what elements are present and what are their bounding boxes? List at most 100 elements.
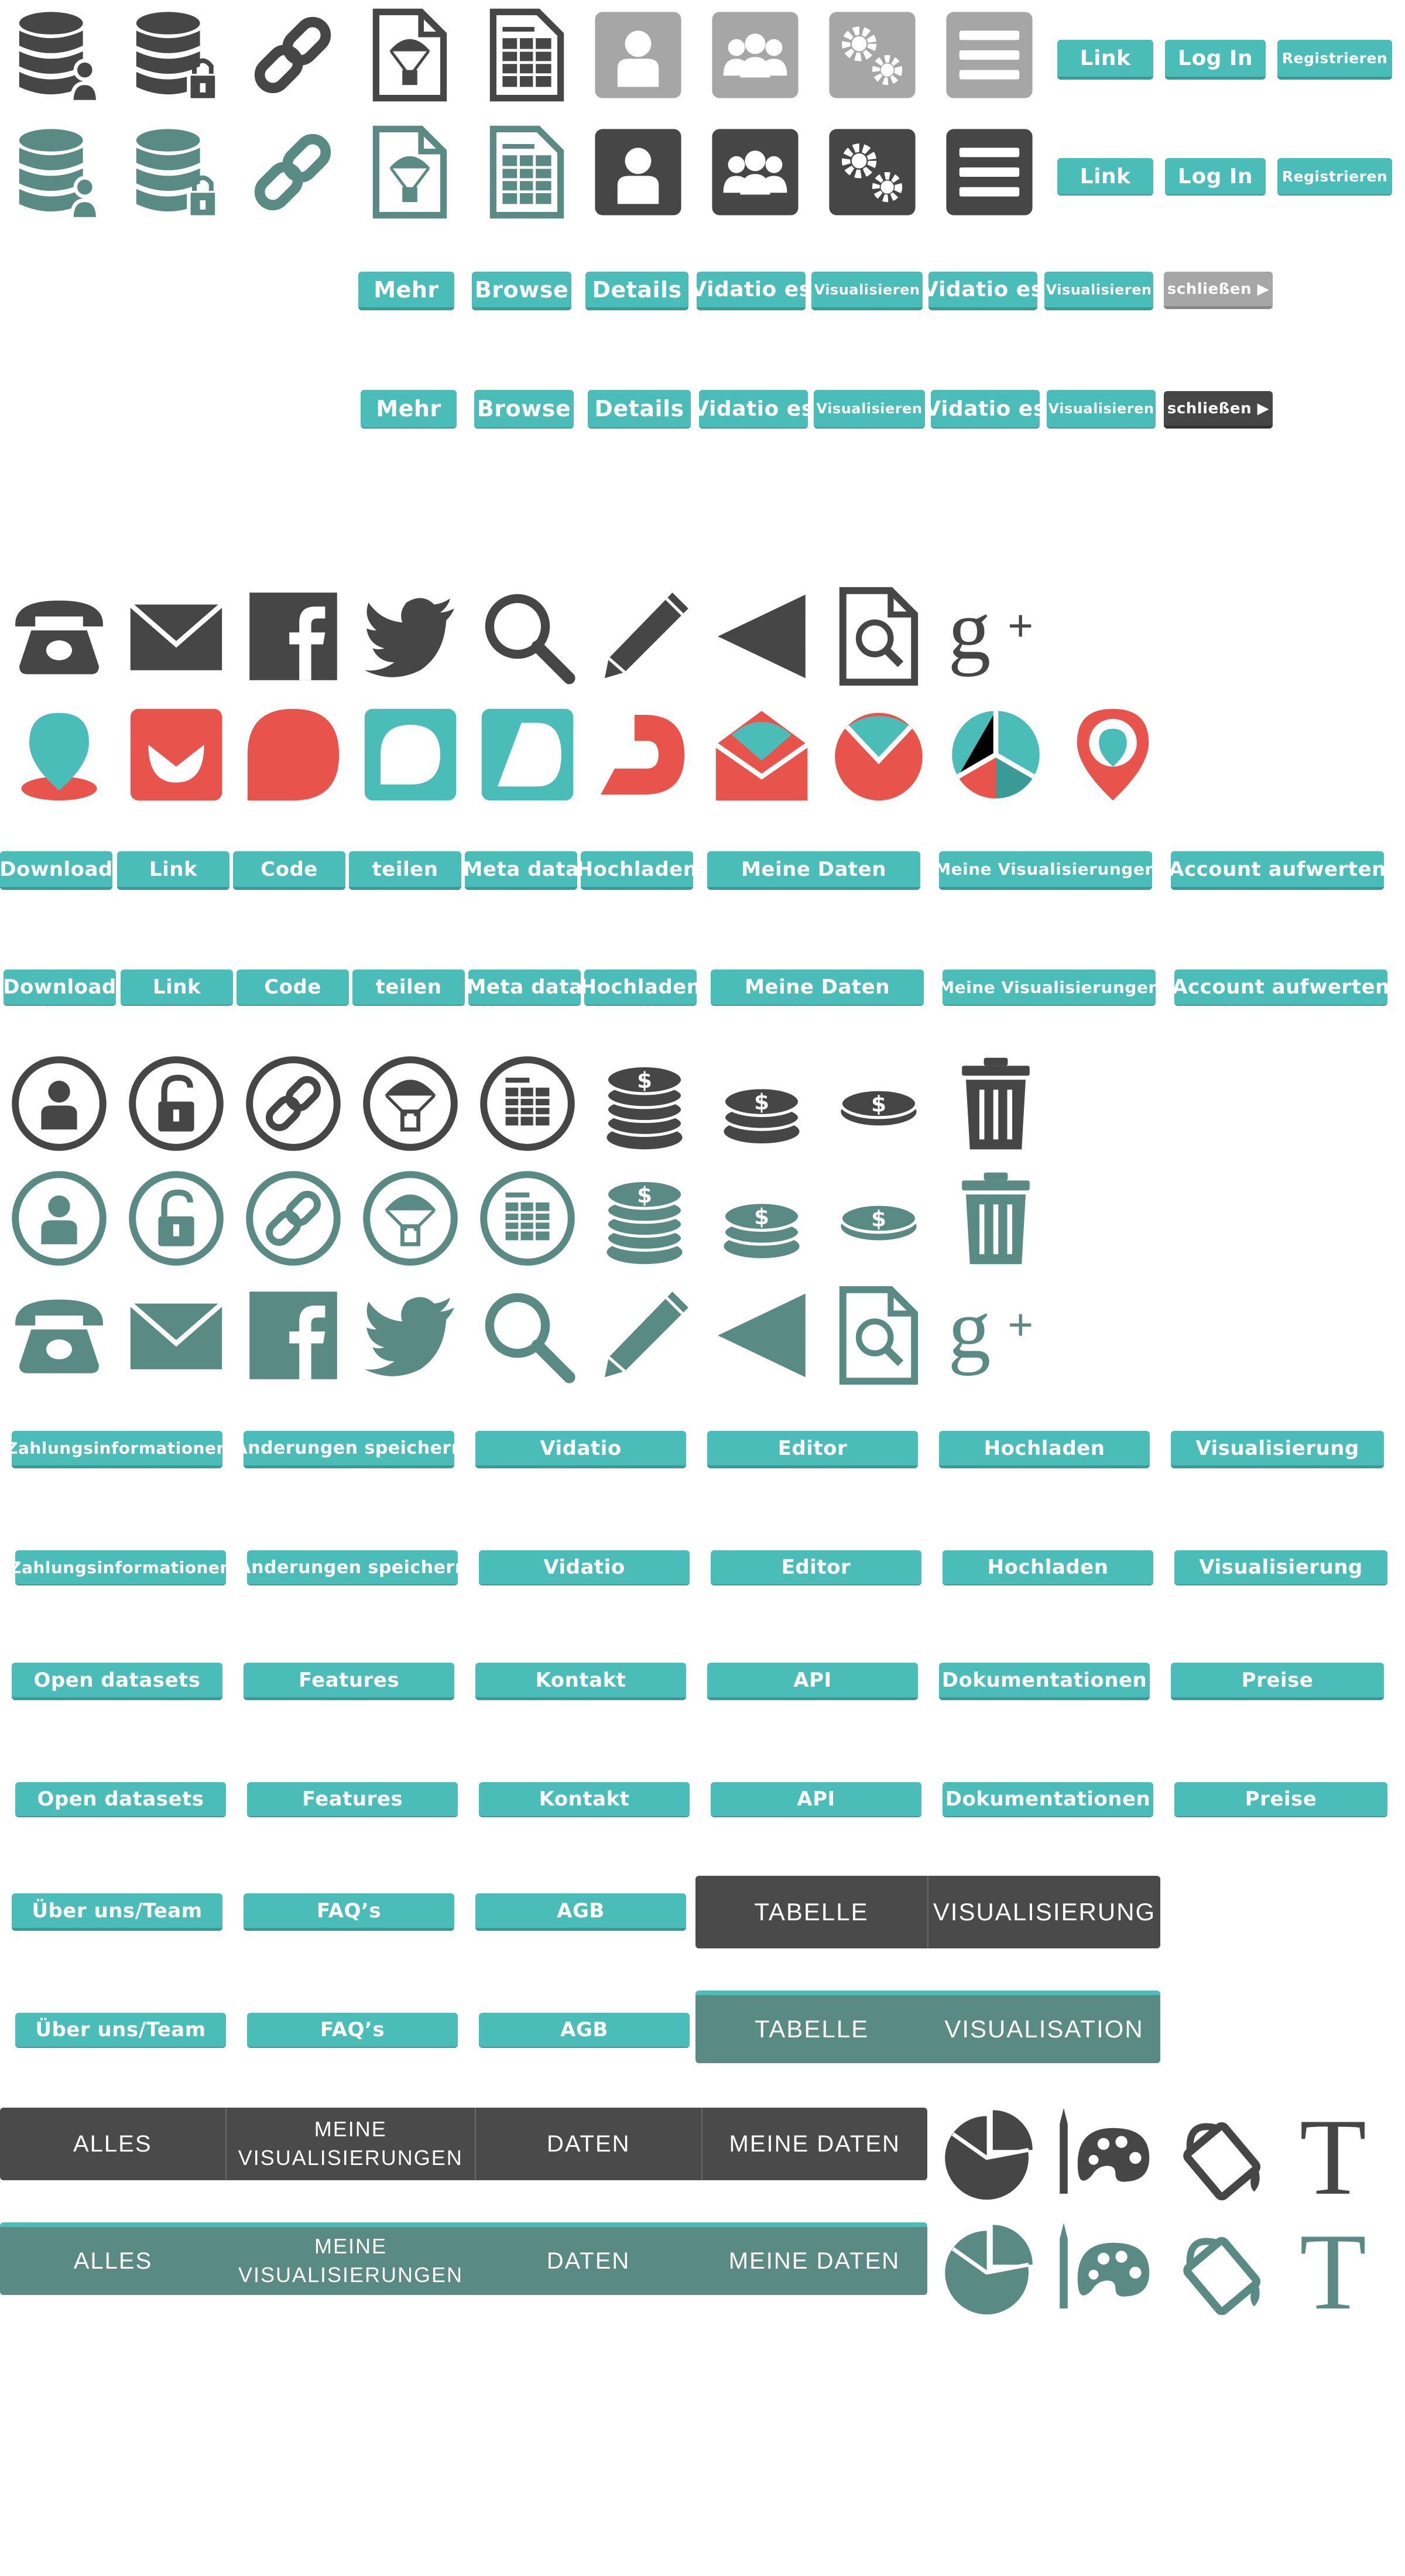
button-details[interactable]: Details: [585, 272, 688, 310]
svg-text:+: +: [1008, 1300, 1033, 1349]
button-api[interactable]: API: [707, 1663, 918, 1700]
button-vidatio-es[interactable]: Vidatio es: [928, 272, 1037, 310]
tab-my-data[interactable]: MEINE DATEN: [701, 2108, 928, 2180]
button-editor[interactable]: Editor: [707, 1431, 918, 1468]
svg-text:g: g: [948, 1286, 991, 1376]
button-details[interactable]: Details: [588, 390, 691, 429]
button-meta-data[interactable]: Meta data: [468, 970, 581, 1006]
button-link[interactable]: Link: [117, 851, 229, 890]
tab-data[interactable]: DATEN: [475, 2108, 701, 2180]
button-open-datasets[interactable]: Open datasets: [12, 1663, 222, 1700]
button-visualisieren[interactable]: Visualisieren: [814, 390, 925, 429]
register-button[interactable]: Registrieren: [1277, 40, 1392, 80]
button-meine-visualisierungen[interactable]: Meine Visualisierungen: [943, 970, 1156, 1006]
button-download[interactable]: Download: [4, 970, 116, 1006]
button-teilen[interactable]: teilen: [349, 851, 461, 890]
tab-all[interactable]: ALLES: [0, 2108, 225, 2180]
button-features[interactable]: Features: [247, 1782, 458, 1817]
button-visualisierung[interactable]: Visualisierung: [1171, 1431, 1384, 1468]
button-download[interactable]: Download: [0, 851, 112, 890]
button-über-uns-team[interactable]: Über uns/Team: [12, 1893, 222, 1931]
tab-all[interactable]: ALLES: [0, 2227, 226, 2295]
button-hochladen[interactable]: Hochladen: [581, 851, 693, 890]
tab-table[interactable]: TABELLE: [695, 1876, 927, 1948]
tab-my-visualizations[interactable]: MEINE VISUALISIERUNGEN: [225, 2108, 475, 2180]
triangle-left-icon: [712, 1286, 811, 1385]
login-button[interactable]: Log In: [1165, 158, 1266, 196]
button-meta-data[interactable]: Meta data: [465, 851, 577, 890]
button-zahlungsinformationen[interactable]: Zahlungsinformationen: [15, 1550, 226, 1585]
button-account-aufwerten[interactable]: Account aufwerten: [1174, 970, 1387, 1006]
register-button[interactable]: Registrieren: [1277, 158, 1392, 196]
link-icon: [246, 125, 340, 219]
button-meine-daten[interactable]: Meine Daten: [707, 851, 920, 890]
button-kontakt[interactable]: Kontakt: [479, 1782, 690, 1817]
button-preise[interactable]: Preise: [1171, 1663, 1384, 1700]
button-preise[interactable]: Preise: [1174, 1782, 1387, 1817]
login-button[interactable]: Log In: [1165, 40, 1266, 80]
button-zahlungsinformationen[interactable]: Zahlungsinformationen: [12, 1431, 222, 1468]
button-vidatio[interactable]: Vidatio: [475, 1431, 686, 1468]
button-änderungen-speichern[interactable]: Änderungen speichern: [247, 1550, 458, 1585]
button-open-datasets[interactable]: Open datasets: [15, 1782, 226, 1817]
button-teilen[interactable]: teilen: [352, 970, 465, 1006]
link-button[interactable]: Link: [1057, 158, 1153, 196]
button-browse[interactable]: Browse: [474, 390, 574, 429]
twitter-icon: [361, 1286, 460, 1385]
text-T-icon: T: [1283, 2104, 1383, 2204]
tab-visualization[interactable]: VISUALISIERUNG: [927, 1876, 1160, 1948]
database-lock-icon: [129, 8, 222, 102]
button-vidatio-es[interactable]: Vidatio es: [697, 272, 806, 310]
button-faq-s[interactable]: FAQ’s: [247, 2013, 458, 2048]
close-button[interactable]: schließen ▶: [1164, 391, 1273, 429]
button-über-uns-team[interactable]: Über uns/Team: [15, 2013, 226, 2048]
button-agb[interactable]: AGB: [479, 2013, 690, 2048]
button-editor[interactable]: Editor: [711, 1550, 921, 1585]
button-vidatio[interactable]: Vidatio: [479, 1550, 690, 1585]
button-browse[interactable]: Browse: [472, 272, 571, 310]
search-icon: [478, 1286, 577, 1385]
tab-my-visualizations[interactable]: MEINE VISUALISIERUNGEN: [226, 2227, 475, 2295]
tab-table[interactable]: TABELLE: [695, 1995, 928, 2063]
tab-data[interactable]: DATEN: [475, 2227, 701, 2295]
button-agb[interactable]: AGB: [475, 1893, 686, 1931]
lock-circle-icon: [126, 1169, 226, 1268]
tab-visualization[interactable]: VISUALISATION: [928, 1995, 1160, 2063]
bubble-teal-icon: [361, 705, 460, 804]
close-button[interactable]: schließen ▶: [1164, 272, 1273, 309]
button-link[interactable]: Link: [121, 970, 233, 1006]
button-hochladen[interactable]: Hochladen: [939, 1431, 1150, 1468]
button-visualisieren[interactable]: Visualisieren: [811, 272, 923, 310]
button-visualisieren[interactable]: Visualisieren: [1044, 272, 1153, 310]
button-features[interactable]: Features: [244, 1663, 454, 1700]
button-account-aufwerten[interactable]: Account aufwerten: [1171, 851, 1384, 890]
button-vidatio-es[interactable]: Vidatio es: [699, 390, 808, 429]
link-circle-icon: [244, 1169, 343, 1268]
button-api[interactable]: API: [711, 1782, 921, 1817]
button-kontakt[interactable]: Kontakt: [475, 1663, 686, 1700]
button-dokumentationen[interactable]: Dokumentationen: [939, 1663, 1150, 1700]
button-visualisieren[interactable]: Visualisieren: [1047, 390, 1156, 429]
palette-icon: [1054, 2104, 1153, 2204]
button-meine-visualisierungen[interactable]: Meine Visualisierungen: [939, 851, 1152, 890]
button-änderungen-speichern[interactable]: Änderungen speichern: [244, 1431, 454, 1468]
group-tile-icon: [708, 125, 802, 219]
map-pin-icon: [1063, 705, 1163, 804]
button-mehr[interactable]: Mehr: [361, 390, 457, 429]
filter-tab-bar: ALLES MEINE VISUALISIERUNGEN DATEN MEINE…: [0, 2222, 927, 2295]
button-code[interactable]: Code: [237, 970, 349, 1006]
button-faq-s[interactable]: FAQ’s: [244, 1893, 454, 1931]
button-visualisierung[interactable]: Visualisierung: [1174, 1550, 1387, 1585]
file-search-icon: [829, 1286, 928, 1385]
tab-my-data[interactable]: MEINE DATEN: [701, 2227, 927, 2295]
button-vidatio-es[interactable]: Vidatio es: [931, 390, 1040, 429]
user-circle-icon: [9, 1054, 109, 1153]
button-mehr[interactable]: Mehr: [358, 272, 454, 310]
button-hochladen[interactable]: Hochladen: [584, 970, 697, 1006]
button-hochladen[interactable]: Hochladen: [943, 1550, 1153, 1585]
coin-icon: $: [829, 1054, 928, 1153]
button-dokumentationen[interactable]: Dokumentationen: [943, 1782, 1153, 1817]
button-code[interactable]: Code: [233, 851, 345, 890]
button-meine-daten[interactable]: Meine Daten: [711, 970, 924, 1006]
link-button[interactable]: Link: [1057, 40, 1153, 80]
